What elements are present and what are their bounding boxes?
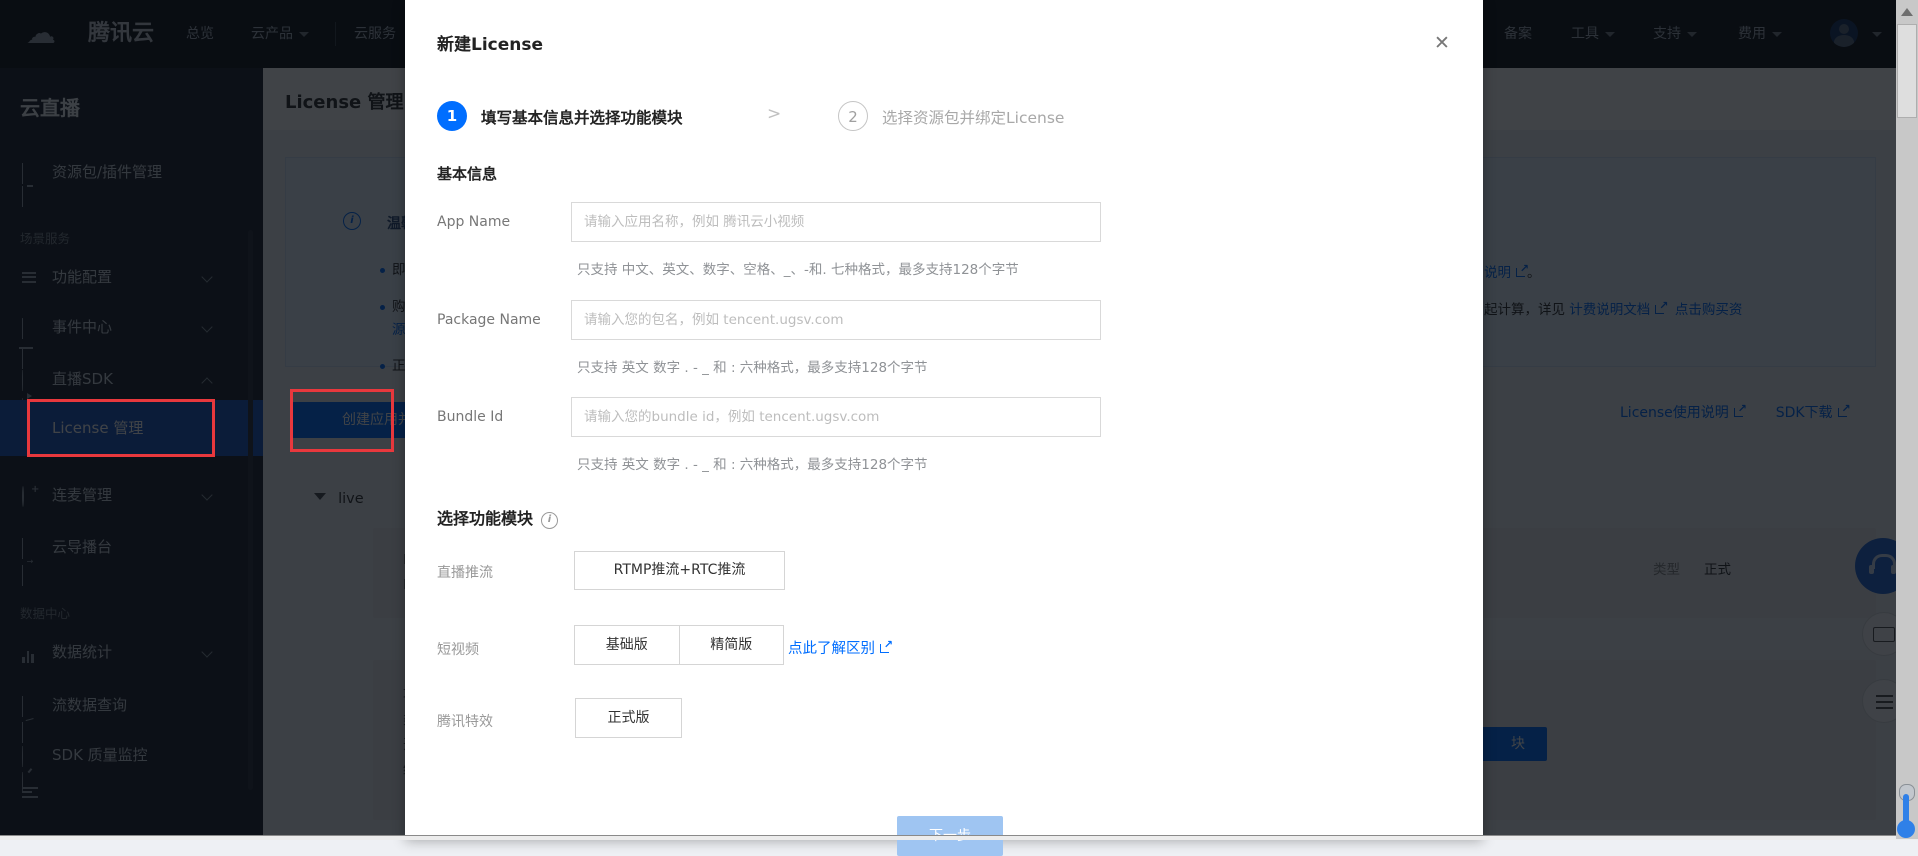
app-name-help: 只支持 中文、英文、数字、空格、_、-和. 七种格式，最多支持128个字节 — [577, 258, 1019, 278]
bottom-scrollbar-strip — [0, 835, 1918, 840]
live-push-label: 直播推流 — [437, 562, 493, 582]
official-version-option[interactable]: 正式版 — [575, 698, 682, 738]
bundle-id-help: 只支持 英文 数字 . - _ 和 : 六种格式，最多支持128个字节 — [577, 453, 928, 473]
mouse-cursor-pin — [1890, 784, 1918, 839]
difference-link-row: 点此了解区别 — [788, 637, 891, 658]
step-2-label: 选择资源包并绑定License — [882, 106, 1064, 128]
package-name-help: 只支持 英文 数字 . - _ 和 : 六种格式，最多支持128个字节 — [577, 356, 928, 376]
package-name-label: Package Name — [437, 312, 541, 328]
close-icon[interactable]: ✕ — [1427, 28, 1457, 58]
app-name-input[interactable] — [571, 202, 1101, 242]
info-icon[interactable] — [541, 512, 558, 529]
app-name-label: App Name — [437, 214, 510, 230]
step-separator-icon: > — [767, 104, 781, 124]
short-video-option-group: 基础版 精简版 — [574, 625, 784, 665]
new-license-modal: 新建License ✕ 1 填写基本信息并选择功能模块 > 2 选择资源包并绑定… — [405, 0, 1483, 839]
scroll-up-arrow-icon[interactable] — [1901, 8, 1913, 16]
difference-link[interactable]: 点此了解区别 — [788, 641, 875, 657]
effect-label: 腾讯特效 — [437, 711, 493, 731]
basic-info-heading: 基本信息 — [437, 163, 497, 184]
scrollbar-thumb[interactable] — [1897, 24, 1917, 118]
step-2-circle: 2 — [838, 101, 868, 131]
module-heading: 选择功能模块 — [437, 505, 558, 529]
step-1-label: 填写基本信息并选择功能模块 — [481, 106, 683, 128]
rtmp-rtc-option-button[interactable]: RTMP推流+RTC推流 — [574, 551, 785, 590]
external-link-icon — [880, 642, 891, 653]
package-name-input[interactable] — [571, 300, 1101, 340]
annotation-box-create-button — [290, 389, 394, 452]
bundle-id-label: Bundle Id — [437, 409, 503, 425]
lite-version-option[interactable]: 精简版 — [679, 626, 784, 664]
modal-title: 新建License — [437, 30, 543, 55]
annotation-box-license-menu — [27, 399, 215, 457]
vertical-scrollbar[interactable] — [1896, 0, 1918, 839]
basic-version-option[interactable]: 基础版 — [575, 626, 679, 664]
step-1-circle: 1 — [437, 101, 467, 131]
short-video-label: 短视频 — [437, 639, 479, 659]
bundle-id-input[interactable] — [571, 397, 1101, 437]
